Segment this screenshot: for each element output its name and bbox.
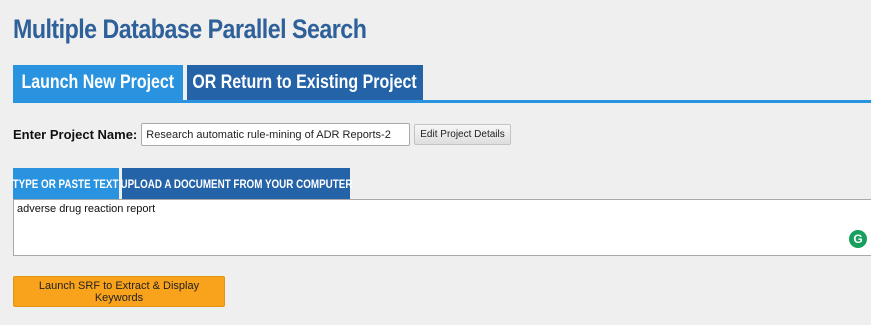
launch-srf-button[interactable]: Launch SRF to Extract & Display Keywords [13, 276, 225, 307]
edit-project-details-button[interactable]: Edit Project Details [414, 124, 511, 145]
page-title: Multiple Database Parallel Search [13, 14, 367, 44]
tab-type-or-paste-text[interactable]: TYPE OR PASTE TEXT [13, 168, 119, 199]
tab-underline-divider [13, 100, 871, 103]
search-text-area[interactable]: adverse drug reaction report [13, 199, 871, 256]
main-tab-bar: Launch New Project OR Return to Existing… [13, 65, 427, 100]
grammarly-icon[interactable]: G [849, 230, 867, 248]
tab-launch-new-project[interactable]: Launch New Project [13, 65, 183, 100]
tab-launch-new-project-label: Launch New Project [21, 71, 175, 93]
tab-type-or-paste-text-label: TYPE OR PASTE TEXT [13, 176, 119, 191]
tab-return-to-existing-project[interactable]: OR Return to Existing Project [187, 65, 423, 100]
project-name-input[interactable] [141, 123, 411, 146]
tab-upload-document[interactable]: UPLOAD A DOCUMENT FROM YOUR COMPUTER [120, 168, 352, 199]
tab-upload-document-label: UPLOAD A DOCUMENT FROM YOUR COMPUTER [120, 176, 352, 191]
project-name-row: Enter Project Name: Edit Project Details [13, 123, 511, 146]
input-mode-tab-bar: TYPE OR PASTE TEXT UPLOAD A DOCUMENT FRO… [13, 168, 353, 199]
tab-return-to-existing-project-label: OR Return to Existing Project [192, 71, 418, 93]
project-name-label: Enter Project Name: [13, 127, 138, 142]
